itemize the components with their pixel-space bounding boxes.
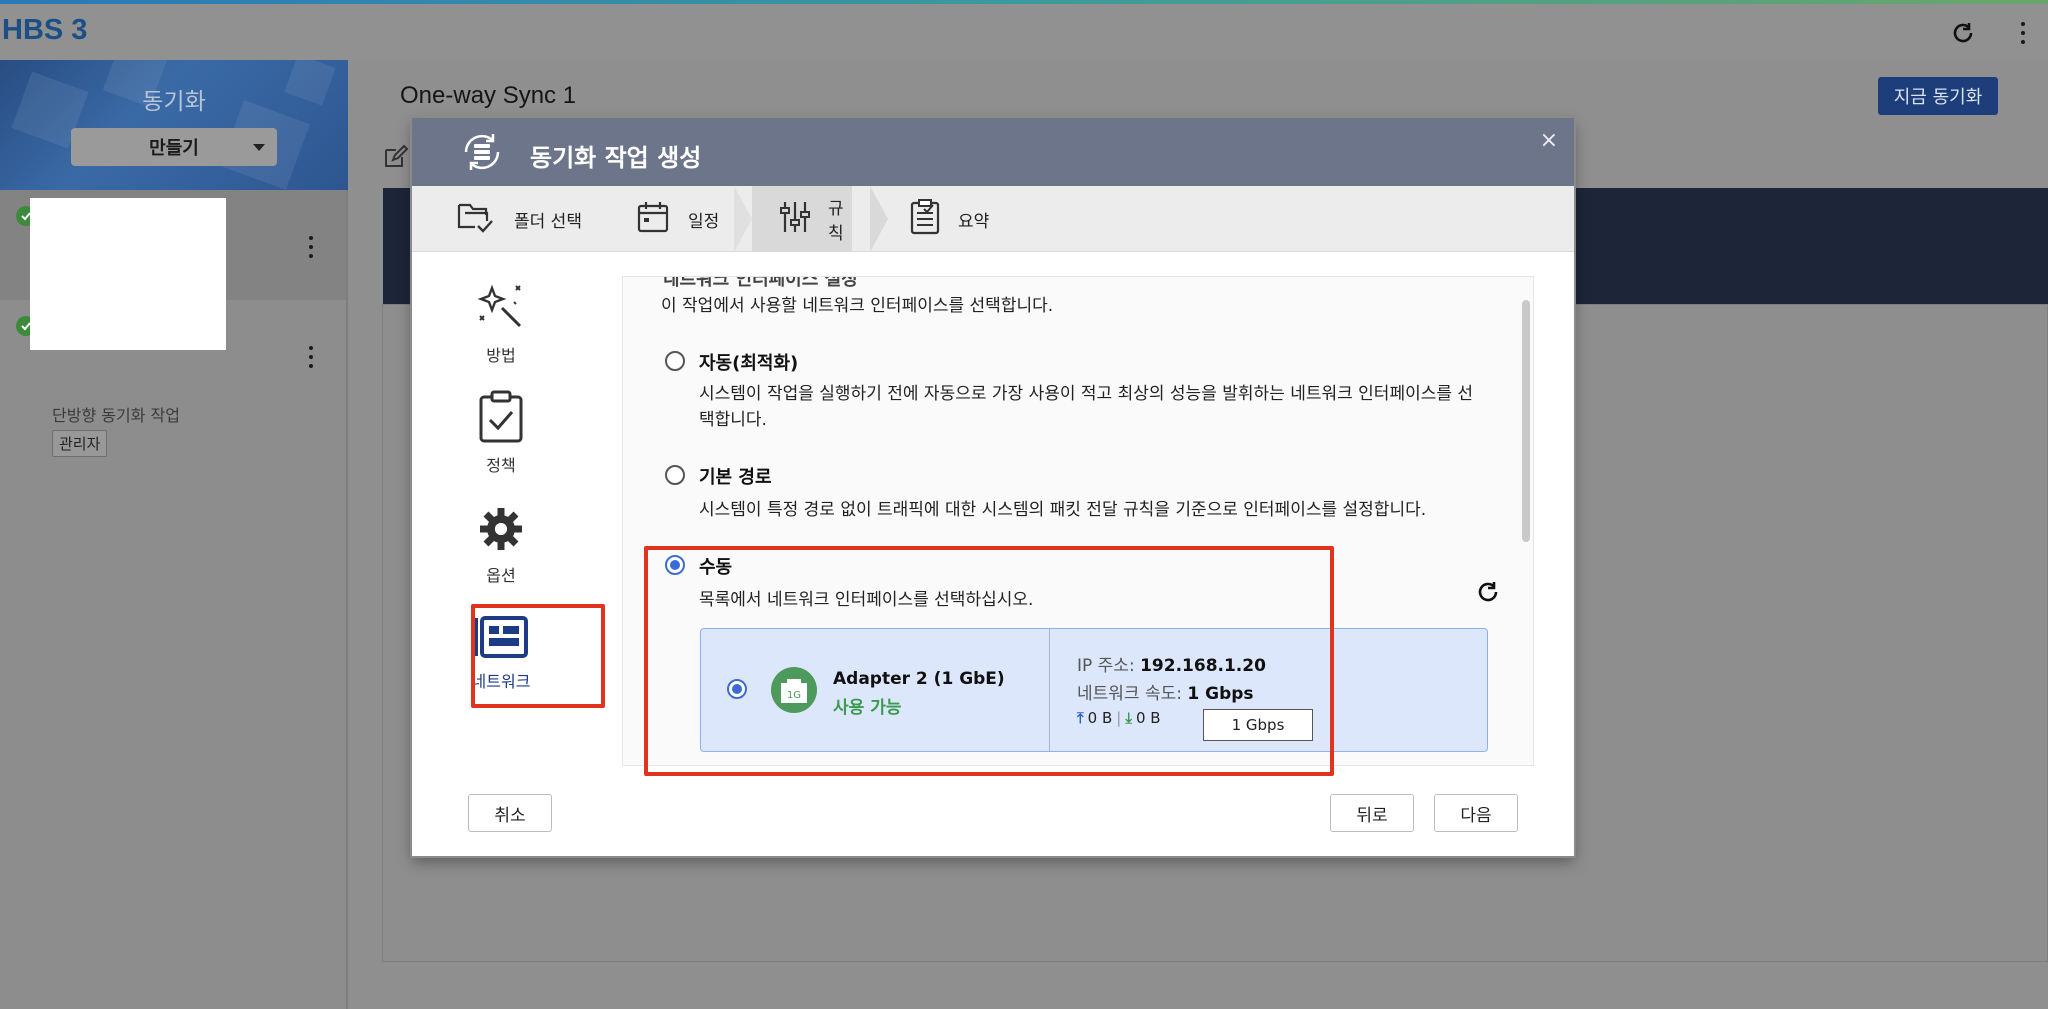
job-name: 단방향 동기화 작업 [52, 406, 180, 425]
create-button[interactable]: 만들기 [71, 128, 277, 166]
nav-label: 방법 [486, 346, 516, 365]
step-label: 일정 [688, 211, 720, 232]
radio-default-route[interactable] [665, 465, 685, 485]
top-bar: HBS 3 [0, 4, 2048, 60]
step-label: 규칙 [828, 199, 844, 244]
refresh-icon[interactable] [1475, 579, 1501, 609]
step-separator [734, 186, 752, 252]
nav-label: 옵션 [486, 566, 516, 585]
option-title: 자동(최적화) [699, 353, 799, 374]
highlight-box [644, 546, 1334, 776]
sync-now-button[interactable]: 지금 동기화 [1878, 77, 1998, 115]
back-button[interactable]: 뒤로 [1330, 794, 1414, 832]
chevron-down-icon [253, 144, 265, 151]
clipboard-icon [910, 199, 940, 239]
create-button-label: 만들기 [149, 138, 199, 159]
app-title: HBS 3 [2, 14, 88, 46]
more-menu-icon[interactable] [2008, 18, 2038, 48]
nav-options[interactable]: 옵션 [441, 504, 561, 586]
step-label: 요약 [958, 211, 990, 232]
step-rules[interactable]: 규칙 [752, 186, 852, 252]
cancel-button[interactable]: 취소 [468, 794, 552, 832]
option-title: 기본 경로 [699, 467, 772, 488]
job-more-icon[interactable] [308, 236, 314, 258]
magic-wand-icon [474, 284, 528, 338]
create-sync-job-dialog: 동기화 작업 생성 × 폴더 선택 일정 규칙 요약 방법 정책 옵션 네트워크… [412, 118, 1574, 856]
nav-policy[interactable]: 정책 [441, 390, 561, 476]
highlight-box [471, 604, 605, 708]
step-summary[interactable]: 요약 [910, 186, 989, 252]
next-button[interactable]: 다음 [1434, 794, 1518, 832]
step-folder-select[interactable]: 폴더 선택 [456, 186, 582, 252]
page-title: One-way Sync 1 [400, 82, 577, 109]
edit-icon[interactable] [382, 144, 409, 174]
owner-badge: 관리자 [52, 430, 108, 457]
redacted-area [30, 198, 226, 350]
job-more-icon[interactable] [308, 346, 314, 368]
refresh-icon[interactable] [1948, 18, 1978, 48]
step-separator [870, 186, 888, 252]
nav-method[interactable]: 방법 [441, 280, 561, 366]
sidebar-header: 동기화 만들기 [0, 60, 348, 190]
close-icon[interactable]: × [1540, 128, 1558, 153]
option-description: 시스템이 특정 경로 없이 트래픽에 대한 시스템의 패킷 전달 규칙을 기준으… [699, 500, 1427, 520]
sliders-icon [780, 200, 810, 238]
sidebar-title: 동기화 [142, 89, 206, 115]
section-title: 네트워크 인터페이스 설정 [663, 276, 858, 290]
gear-icon [476, 508, 526, 558]
option-description: 시스템이 작업을 실행하기 전에 자동으로 가장 사용이 적고 최상의 성능을 … [699, 384, 1474, 430]
wizard-steps: 폴더 선택 일정 규칙 요약 [412, 186, 1574, 252]
section-description: 이 작업에서 사용할 네트워크 인터페이스를 선택합니다. [661, 296, 1054, 316]
clipboard-check-icon [478, 390, 524, 448]
radio-auto[interactable] [665, 351, 685, 371]
step-schedule[interactable]: 일정 [636, 186, 719, 252]
dialog-header: 동기화 작업 생성 × [412, 118, 1574, 186]
calendar-icon [636, 200, 670, 238]
step-label: 폴더 선택 [514, 211, 582, 232]
sync-job-icon [458, 128, 506, 176]
dialog-title: 동기화 작업 생성 [530, 144, 702, 172]
nav-label: 정책 [486, 456, 516, 475]
scrollbar[interactable] [1522, 300, 1530, 542]
folder-select-icon [456, 199, 496, 239]
